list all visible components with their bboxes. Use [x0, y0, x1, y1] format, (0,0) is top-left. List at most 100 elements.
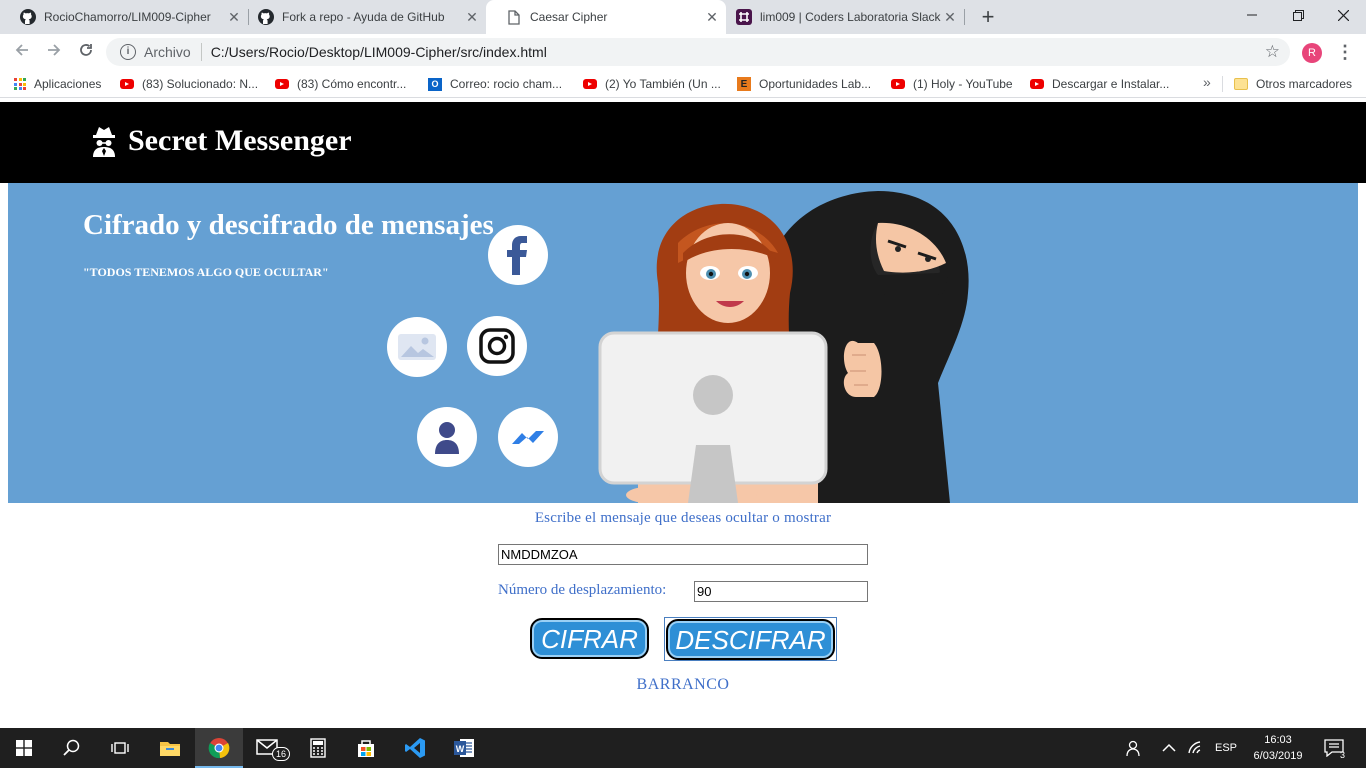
footer-text: BARRANCO — [636, 676, 730, 693]
restore-button[interactable] — [1275, 0, 1321, 30]
reload-button[interactable] — [74, 40, 98, 64]
messenger-icon — [498, 407, 558, 467]
start-button[interactable] — [0, 728, 48, 768]
tab-title: Fork a repo - Ayuda de GitHub — [282, 10, 445, 24]
vscode-button[interactable] — [391, 728, 439, 768]
brand-title: Secret Messenger — [128, 124, 352, 157]
notifications-button[interactable]: 3 — [1324, 728, 1345, 768]
hero-banner: Cifrado y descifrado de mensajes "TODOS … — [8, 183, 1358, 503]
bookmark-label: Oportunidades Lab... — [759, 77, 872, 91]
search-button[interactable] — [48, 728, 96, 768]
instagram-icon — [467, 316, 527, 376]
message-input[interactable] — [498, 544, 868, 565]
forward-button[interactable] — [42, 40, 66, 64]
folder-icon — [1234, 78, 1248, 90]
browser-menu-icon[interactable]: ⋮ — [1336, 41, 1354, 63]
calculator-button[interactable] — [294, 728, 342, 768]
bookmark-label: Descargar e Instalar... — [1052, 77, 1170, 91]
bookmark-star-icon[interactable]: ☆ — [1265, 42, 1280, 62]
github-icon — [20, 9, 36, 25]
reload-icon — [80, 44, 92, 56]
outlook-icon: O — [428, 77, 442, 91]
calculator-icon — [310, 738, 326, 758]
task-view-icon — [111, 742, 129, 754]
windows-taskbar: 16 W ESP 16:03 6/03/2019 3 — [0, 728, 1366, 768]
address-bar[interactable]: i Archivo C:/Users/Rocio/Desktop/LIM009-… — [106, 38, 1290, 66]
youtube-icon — [891, 79, 905, 89]
vscode-icon — [405, 738, 425, 758]
apps-grid-icon — [14, 78, 26, 90]
bookmark-item[interactable]: (83) Cómo encontr... — [275, 76, 406, 92]
shift-label: Número de desplazamiento: — [498, 582, 667, 598]
new-tab-button[interactable]: + — [977, 6, 999, 28]
bookmark-label: (1) Holy - YouTube — [913, 77, 1013, 91]
shift-input[interactable] — [694, 581, 868, 602]
browser-tab-strip: RocioChamorro/LIM009-Cipher ✕ Fork a rep… — [0, 0, 1366, 34]
tab-github-repo[interactable]: RocioChamorro/LIM009-Cipher ✕ — [0, 0, 248, 34]
slack-icon — [736, 9, 752, 25]
restore-icon — [1292, 9, 1304, 21]
bookmark-item[interactable]: (2) Yo También (Un ... — [583, 76, 721, 92]
word-icon: W — [454, 739, 474, 757]
youtube-icon — [1030, 79, 1044, 89]
chevron-up-icon[interactable] — [1162, 728, 1176, 768]
bookmark-label: Otros marcadores — [1256, 77, 1353, 91]
document-icon — [506, 9, 522, 25]
youtube-icon — [120, 79, 134, 89]
chrome-icon — [208, 738, 230, 759]
file-explorer-button[interactable] — [146, 728, 194, 768]
bookmark-label: Correo: rocio cham... — [450, 77, 563, 91]
people-icon[interactable] — [1125, 728, 1143, 768]
bookmark-label: (83) Cómo encontr... — [297, 77, 407, 91]
tab-title: Caesar Cipher — [530, 10, 608, 24]
scheme-label: Archivo — [144, 44, 191, 60]
tab-title: RocioChamorro/LIM009-Cipher — [44, 10, 211, 24]
decrypt-button[interactable]: DESCIFRAR — [666, 619, 835, 660]
bookmark-item[interactable]: (1) Holy - YouTube — [891, 76, 1013, 92]
close-tab-icon[interactable]: ✕ — [464, 9, 480, 25]
message-prompt: Escribe el mensaje que deseas ocultar o … — [534, 510, 832, 526]
wifi-icon[interactable] — [1188, 728, 1204, 768]
back-button[interactable] — [10, 40, 34, 64]
language-indicator[interactable]: ESP — [1215, 728, 1237, 768]
youtube-icon — [583, 79, 597, 89]
github-icon — [258, 9, 274, 25]
bookmark-item[interactable]: Descargar e Instalar... — [1030, 76, 1169, 92]
image-icon — [387, 317, 447, 377]
clock-date: 6/03/2019 — [1253, 750, 1303, 762]
tab-github-fork[interactable]: Fork a repo - Ayuda de GitHub ✕ — [238, 0, 486, 34]
profile-avatar[interactable]: R — [1302, 43, 1322, 63]
site-header: Secret Messenger — [0, 102, 1366, 183]
clock-time: 16:03 — [1264, 734, 1292, 746]
close-tab-icon[interactable]: ✕ — [942, 9, 958, 25]
user-icon — [417, 407, 477, 467]
other-bookmarks[interactable]: Otros marcadores — [1234, 76, 1352, 92]
bookmarks-bar: Aplicaciones (83) Solucionado: N... (83)… — [0, 70, 1366, 98]
chrome-button[interactable] — [195, 728, 243, 768]
word-button[interactable]: W — [440, 728, 488, 768]
minimize-icon — [1247, 14, 1257, 16]
bookmark-item[interactable]: E Oportunidades Lab... — [737, 76, 871, 92]
browser-toolbar: i Archivo C:/Users/Rocio/Desktop/LIM009-… — [0, 34, 1366, 70]
address-separator — [200, 43, 202, 61]
close-window-button[interactable] — [1320, 0, 1366, 30]
bookmark-item[interactable]: (83) Solucionado: N... — [120, 76, 258, 92]
store-button[interactable] — [342, 728, 390, 768]
hero-title: Cifrado y descifrado de mensajes — [83, 209, 494, 241]
bookmark-label: (2) Yo También (Un ... — [605, 77, 721, 91]
youtube-icon — [275, 79, 289, 89]
clock[interactable]: 16:03 6/03/2019 — [1245, 732, 1311, 764]
url-text[interactable]: C:/Users/Rocio/Desktop/LIM009-Cipher/src… — [211, 44, 547, 60]
minimize-button[interactable] — [1229, 0, 1275, 30]
tab-caesar-cipher[interactable]: Caesar Cipher ✕ — [486, 0, 726, 34]
bookmarks-overflow-button[interactable]: » — [1203, 74, 1211, 90]
info-icon[interactable]: i — [120, 44, 136, 60]
encrypt-button[interactable]: CIFRAR — [530, 618, 649, 659]
bookmark-item[interactable]: O Correo: rocio cham... — [428, 76, 562, 92]
mail-button[interactable]: 16 — [245, 728, 293, 768]
spy-icon — [93, 127, 115, 157]
mail-badge: 16 — [272, 747, 291, 761]
tab-slack[interactable]: lim009 | Coders Laboratoria Slack ✕ — [716, 0, 964, 34]
task-view-button[interactable] — [96, 728, 144, 768]
bookmark-apps[interactable]: Aplicaciones — [14, 76, 101, 92]
